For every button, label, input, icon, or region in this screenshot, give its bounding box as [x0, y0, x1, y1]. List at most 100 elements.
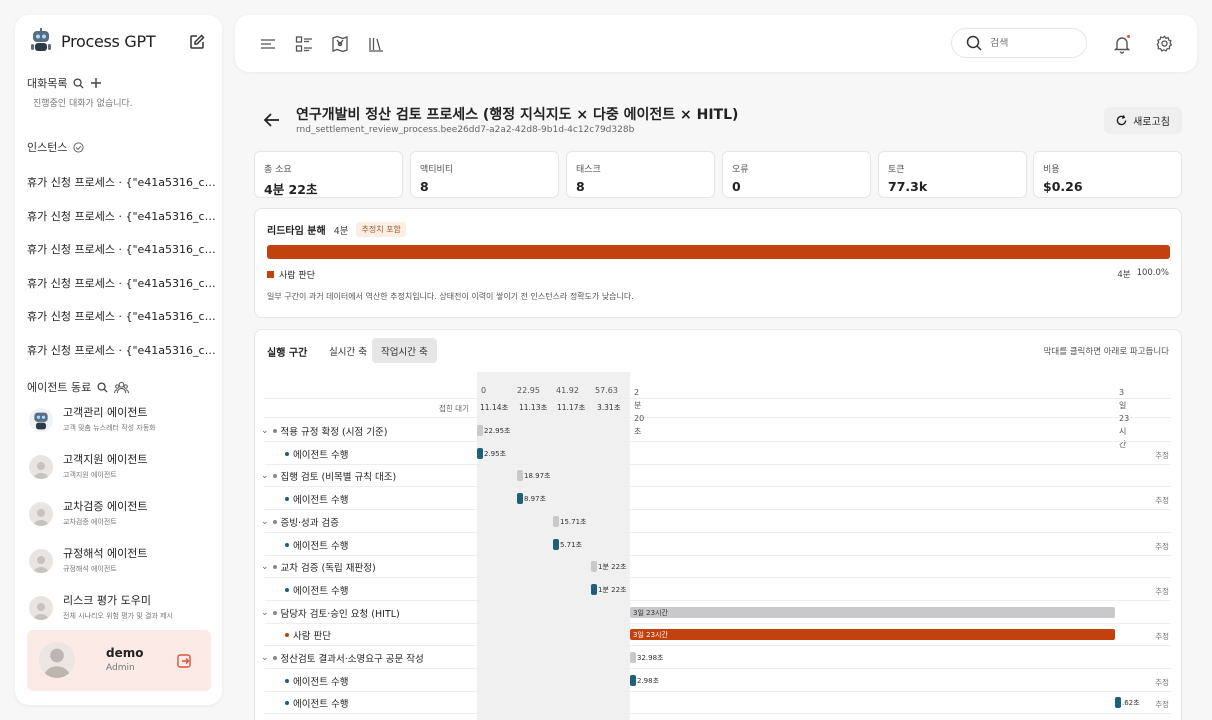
task-row[interactable]: 사람 판단	[285, 628, 331, 642]
row-divider	[265, 531, 1171, 533]
person-icon	[44, 648, 70, 678]
timeline-bar[interactable]	[1115, 697, 1121, 709]
library-icon[interactable]	[367, 35, 385, 53]
activity-row[interactable]: ⌄ 집행 검토 (비목별 규칙 대조)	[261, 469, 396, 483]
agent-avatar	[29, 501, 53, 526]
leadtime-duration: 4분	[333, 225, 349, 237]
leadtime-bar[interactable]	[267, 245, 1170, 259]
stat-card: 토큰 77.3k	[878, 151, 1027, 198]
bar-duration-label: 3일 23시간	[633, 608, 668, 617]
user-role: Admin	[106, 663, 135, 673]
row-dot	[285, 542, 289, 547]
task-row[interactable]: 에이전트 수행	[285, 492, 348, 506]
tab-realtime-axis[interactable]: 실시간 축	[320, 338, 376, 363]
search-icon[interactable]	[97, 381, 108, 393]
activity-row[interactable]: ⌄ 적용 규정 확정 (시점 기준)	[261, 424, 387, 438]
agent-desc: 교차검증 에이전트	[63, 518, 117, 526]
brand[interactable]: Process GPT	[29, 28, 156, 54]
row-divider	[265, 622, 1171, 624]
search-input[interactable]	[990, 37, 1070, 49]
agent-name: 고객관리 에이전트	[63, 406, 148, 419]
instance-item[interactable]: 휴가 신청 프로세스 · {"e41a5316_cfd0a8"	[27, 310, 217, 344]
stat-label: 오류	[732, 165, 749, 175]
stat-card: 액티비티 8	[410, 151, 559, 198]
chevron-down-icon[interactable]: ⌄	[261, 426, 269, 436]
row-dot	[272, 565, 277, 570]
agents-group-icon[interactable]	[114, 381, 130, 394]
map-nodes-icon[interactable]	[331, 35, 349, 53]
bar-duration-label: 22.95초	[484, 427, 511, 435]
chevron-down-icon[interactable]: ⌄	[261, 471, 269, 481]
timeline-bar[interactable]	[591, 561, 597, 573]
back-arrow-icon[interactable]	[264, 113, 280, 127]
agent-name: 교차검증 에이전트	[63, 500, 148, 513]
activity-row[interactable]: ⌄ 정산검토 결과서·소명요구 공문 작성	[261, 651, 424, 665]
timeline-bar[interactable]	[553, 538, 559, 550]
instance-item[interactable]: 휴가 신청 프로세스 · {"e41a5316_cfd0a8"	[27, 277, 217, 311]
chevron-down-icon[interactable]: ⌄	[261, 562, 269, 572]
instance-item[interactable]: 휴가 신청 프로세스 · {"e41a5316_cfd0a8"	[27, 210, 217, 244]
agent-desc: 고객 맞춤 뉴스레터 작성 자동화	[63, 424, 156, 432]
tab-worktime-axis[interactable]: 작업시간 축	[372, 338, 437, 363]
chevron-down-icon[interactable]: ⌄	[261, 608, 269, 618]
row-divider	[265, 486, 1171, 488]
bar-duration-label: 5.71초	[560, 540, 583, 549]
refresh-button[interactable]: 새로고침	[1104, 107, 1182, 134]
checklist-icon[interactable]	[295, 35, 313, 53]
agent-item[interactable]: 고객지원 에이전트 고객지원 에이전트	[29, 453, 147, 480]
timeline-bar[interactable]	[553, 515, 559, 527]
activity-row[interactable]: ⌄ 증빙·성과 검증	[261, 515, 339, 529]
row-divider	[265, 554, 1171, 556]
task-row[interactable]: 에이전트 수행	[285, 696, 348, 710]
instance-item[interactable]: 휴가 신청 프로세스 · {"e41a5316_cfd0a8"	[27, 176, 217, 210]
row-label-text: 교차 검증 (독립 재판정)	[280, 563, 376, 575]
row-dot	[285, 451, 289, 456]
gear-icon[interactable]	[1156, 35, 1173, 52]
bar-duration-label: 2.95초	[484, 449, 507, 458]
timeline-bar[interactable]	[477, 447, 483, 459]
timeline-bar[interactable]	[630, 652, 636, 663]
stat-value: 77.3k	[888, 179, 928, 194]
task-row[interactable]: 에이전트 수행	[285, 538, 348, 552]
row-dot	[285, 587, 289, 592]
timeline-bar[interactable]	[630, 606, 1115, 618]
person-icon	[34, 602, 48, 620]
logout-icon[interactable]	[177, 654, 191, 668]
instance-item[interactable]: 휴가 신청 프로세스 · {"e41a5316_cfd0a8"	[27, 344, 217, 378]
search-box[interactable]	[951, 28, 1087, 58]
stat-value: 4분 22초	[264, 182, 318, 197]
bell-icon[interactable]	[1112, 34, 1132, 54]
gap-label: 11.13초	[519, 403, 548, 412]
activity-row[interactable]: ⌄ 교차 검증 (독립 재판정)	[261, 560, 376, 574]
timeline-bar[interactable]	[517, 493, 523, 505]
agent-item[interactable]: 리스크 평가 도우미 전체 시나리오 위험 평가 및 결과 제시	[29, 594, 173, 621]
agent-desc: 전체 시나리오 위험 평가 및 결과 제시	[63, 612, 173, 620]
task-row[interactable]: 에이전트 수행	[285, 447, 348, 461]
row-label-text: 사람 판단	[293, 631, 331, 643]
conversations-header: 대화목록	[27, 75, 102, 91]
menu-lines-icon[interactable]	[259, 35, 277, 53]
new-chat-edit-icon[interactable]	[188, 33, 206, 51]
chevron-down-icon[interactable]: ⌄	[261, 517, 269, 527]
gap-label: 3.31초	[597, 403, 621, 412]
timeline-bar[interactable]	[630, 674, 636, 686]
stat-card: 오류 0	[722, 151, 871, 198]
instance-item[interactable]: 휴가 신청 프로세스 · {"e41a5316_cfd0a8"	[27, 243, 217, 277]
plus-icon[interactable]	[90, 77, 102, 89]
task-row[interactable]: 에이전트 수행	[285, 583, 348, 597]
agent-item[interactable]: 고객관리 에이전트 고객 맞춤 뉴스레터 작성 자동화	[29, 406, 156, 433]
timeline-bar[interactable]	[517, 470, 523, 482]
timeline-bar[interactable]	[591, 583, 597, 595]
search-icon[interactable]	[73, 77, 85, 89]
user-avatar[interactable]	[39, 642, 75, 678]
timeline-bar[interactable]	[477, 425, 483, 436]
activity-row[interactable]: ⌄ 담당자 검토·승인 요청 (HITL)	[261, 606, 400, 620]
agent-item[interactable]: 교차검증 에이전트 교차검증 에이전트	[29, 500, 147, 527]
instance-list: 휴가 신청 프로세스 · {"e41a5316_cfd0a8" 휴가 신청 프로…	[27, 176, 217, 377]
chevron-down-icon[interactable]: ⌄	[261, 653, 269, 663]
stat-value: 8	[576, 179, 585, 194]
agent-item[interactable]: 규정해석 에이전트 규정해석 에이전트	[29, 547, 147, 574]
task-row[interactable]: 에이전트 수행	[285, 674, 348, 688]
row-label-text: 에이전트 수행	[293, 699, 349, 711]
timeline-bar[interactable]	[630, 629, 1115, 641]
